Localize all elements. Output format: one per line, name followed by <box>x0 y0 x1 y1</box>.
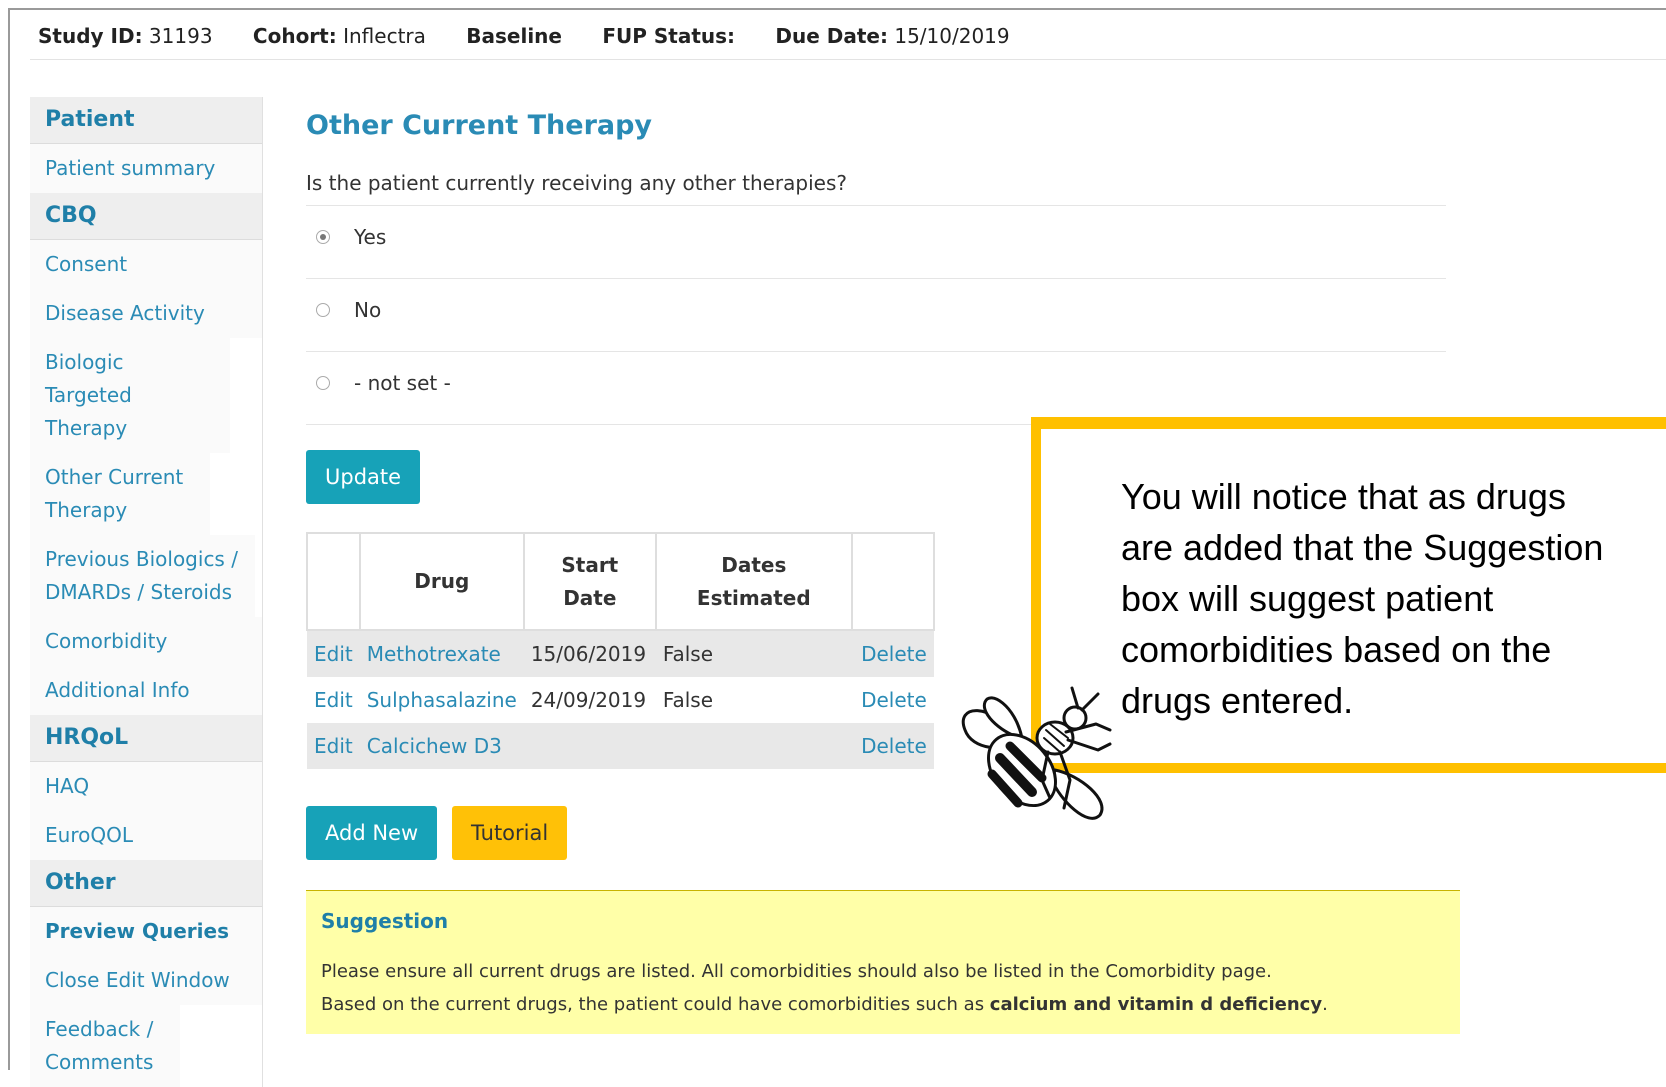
radio-no[interactable] <box>316 303 330 317</box>
bee-icon <box>961 686 1112 820</box>
sidebar-item-other-current-therapy[interactable]: Other Current Therapy <box>30 453 210 535</box>
dates-estimated-cell: False <box>662 688 714 712</box>
study-id: Study ID: 31193 <box>38 24 213 48</box>
update-button[interactable]: Update <box>306 450 421 504</box>
start-date-cell: 24/09/2019 <box>530 688 647 712</box>
delete-link[interactable]: Delete <box>851 630 934 677</box>
radio-option-no[interactable]: No <box>306 278 1446 351</box>
col-header-dates-estimated: Dates Estimated <box>654 532 853 631</box>
suggestion-line-2: Based on the current drugs, the patient … <box>321 994 1328 1015</box>
radio-not-set[interactable] <box>316 376 330 390</box>
baseline-label: Baseline <box>466 24 562 48</box>
dates-estimated-cell: False <box>655 630 852 677</box>
col-header-start-date: Start Date <box>522 532 657 631</box>
sidebar-item-previous-biologics[interactable]: Previous Biologics / DMARDs / Steroids <box>30 535 255 617</box>
start-date-cell <box>523 723 656 769</box>
sidebar-item-comorbidity[interactable]: Comorbidity <box>30 617 262 666</box>
table-row: Edit Methotrexate 15/06/2019 False Delet… <box>307 630 934 677</box>
suggestion-box: Suggestion Please ensure all current dru… <box>306 890 1460 1034</box>
sidebar-item-biologic-targeted-therapy[interactable]: Biologic Targeted Therapy <box>30 338 230 453</box>
sidebar-item-preview-queries[interactable]: Preview Queries <box>30 907 262 956</box>
radio-option-yes[interactable]: Yes <box>306 205 1446 278</box>
drug-link[interactable]: Sulphasalazine <box>360 677 524 723</box>
callout-body: You will notice that as drugs are added … <box>1041 429 1666 763</box>
fup-status: FUP Status: <box>602 24 736 48</box>
therapy-question: Is the patient currently receiving any o… <box>306 171 848 195</box>
sidebar-section-hrqol[interactable]: HRQoL <box>30 715 262 762</box>
header-divider <box>30 59 1666 60</box>
suggestion-text: Please ensure all current drugs are list… <box>321 955 1445 1021</box>
tutorial-button[interactable]: Tutorial <box>452 806 568 860</box>
radio-yes-label: Yes <box>354 225 387 249</box>
due-date: Due Date: 15/10/2019 <box>775 24 1010 48</box>
sidebar-item-patient-summary[interactable]: Patient summary <box>30 144 262 193</box>
table-row: Edit Calcichew D3 Delete <box>307 723 934 769</box>
sidebar-section-cbq[interactable]: CBQ <box>30 193 262 240</box>
col-header-delete <box>850 532 935 631</box>
table-header-row: Drug Start Date Dates Estimated <box>306 532 935 631</box>
edit-link[interactable]: Edit <box>307 723 360 769</box>
sidebar-nav: Patient Patient summary CBQ Consent Dise… <box>30 97 263 1087</box>
sidebar-item-disease-activity[interactable]: Disease Activity <box>30 289 262 338</box>
sidebar-section-other[interactable]: Other <box>30 860 262 907</box>
radio-option-not-set[interactable]: - not set - <box>306 351 1446 425</box>
edit-link[interactable]: Edit <box>307 630 360 677</box>
radio-no-label: No <box>354 298 382 322</box>
col-header-drug: Drug <box>358 532 525 631</box>
therapy-radio-group: Yes No - not set - <box>306 205 1446 425</box>
page-title: Other Current Therapy <box>306 110 653 141</box>
table-row: Edit Sulphasalazine 24/09/2019 False Del… <box>307 677 934 723</box>
radio-not-set-label: - not set - <box>354 371 451 395</box>
drug-link[interactable]: Calcichew D3 <box>359 723 524 769</box>
sidebar-item-feedback[interactable]: Feedback / Comments <box>30 1005 180 1087</box>
study-header: Study ID: 31193 Cohort: Inflectra Baseli… <box>38 24 1044 48</box>
sidebar-item-consent[interactable]: Consent <box>30 240 262 289</box>
sidebar-item-haq[interactable]: HAQ <box>30 762 262 811</box>
main-content: Other Current Therapy Is the patient cur… <box>306 100 1460 1034</box>
callout-text: You will notice that as drugs are added … <box>1121 476 1604 721</box>
radio-yes[interactable] <box>316 230 330 244</box>
add-new-button[interactable]: Add New <box>306 806 438 860</box>
sidebar-item-additional-info[interactable]: Additional Info <box>30 666 262 715</box>
cohort: Cohort: Inflectra <box>252 24 426 48</box>
suggestion-line-1: Please ensure all current drugs are list… <box>321 961 1272 982</box>
dates-estimated-cell <box>655 723 852 769</box>
sidebar-section-patient[interactable]: Patient <box>30 97 262 144</box>
delete-link[interactable]: Delete <box>852 677 934 723</box>
suggested-comorbidity: calcium and vitamin d deficiency <box>989 994 1323 1015</box>
drug-link[interactable]: Methotrexate <box>359 630 524 677</box>
sidebar-item-euroqol[interactable]: EuroQOL <box>30 811 262 860</box>
sidebar-item-close-edit-window[interactable]: Close Edit Window <box>30 956 262 1005</box>
col-header-edit <box>306 532 361 631</box>
drug-table: Drug Start Date Dates Estimated Edit Met… <box>306 532 935 769</box>
edit-link[interactable]: Edit <box>307 677 360 723</box>
delete-link[interactable]: Delete <box>851 723 934 769</box>
start-date-cell: 15/06/2019 <box>523 630 656 677</box>
suggestion-title: Suggestion <box>321 909 449 933</box>
